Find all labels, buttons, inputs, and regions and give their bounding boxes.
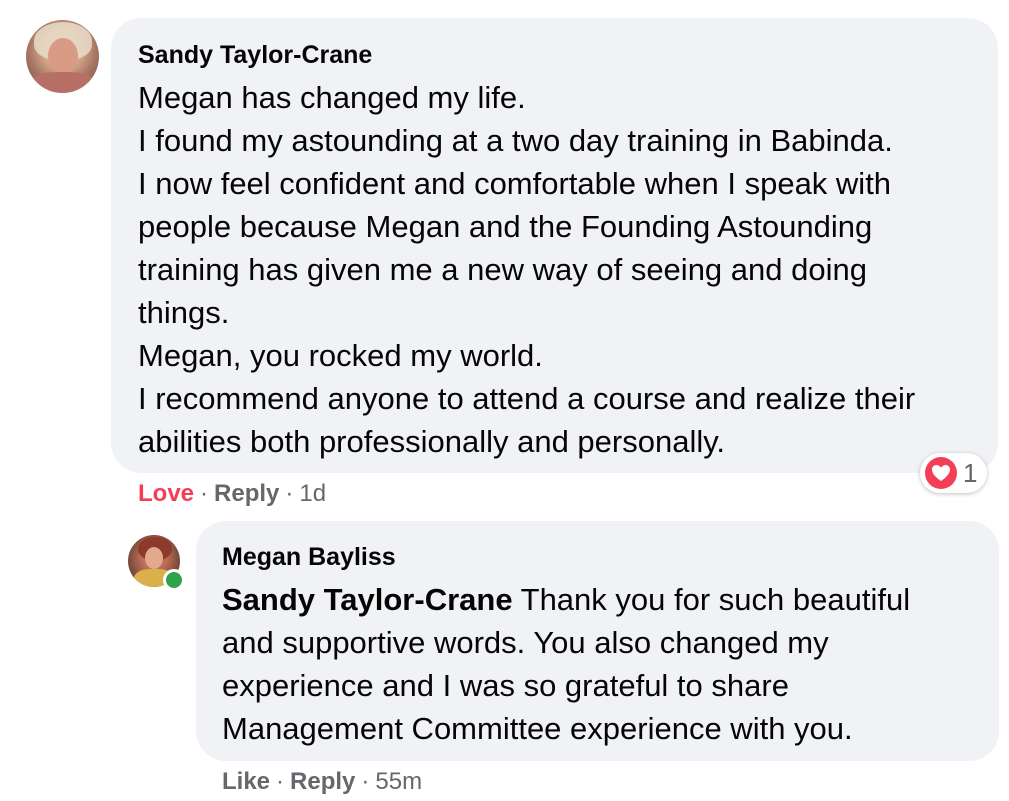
reply-line: experience and I was so grateful to shar… bbox=[222, 668, 789, 703]
reply-button[interactable]: Reply bbox=[214, 480, 279, 507]
comment-bubble: Sandy Taylor-Crane Megan has changed my … bbox=[111, 18, 998, 473]
avatar-shirt bbox=[30, 72, 96, 93]
comment-line: abilities both professionally and person… bbox=[138, 424, 726, 459]
reply-line-text: Thank you for such beautiful bbox=[512, 582, 911, 617]
separator: · bbox=[285, 480, 294, 507]
reply-author[interactable]: Megan Bayliss bbox=[222, 540, 979, 574]
separator: · bbox=[361, 768, 370, 795]
reaction-summary[interactable]: 1 bbox=[920, 453, 988, 493]
reply-line: and supportive words. You also changed m… bbox=[222, 625, 829, 660]
comment-line: Megan, you rocked my world. bbox=[138, 338, 543, 373]
avatar-face bbox=[48, 38, 78, 74]
like-button[interactable]: Like bbox=[222, 768, 270, 795]
comment-line: things. bbox=[138, 295, 230, 330]
comment-line: training has given me a new way of seein… bbox=[138, 252, 867, 287]
comment-timestamp[interactable]: 1d bbox=[299, 480, 326, 507]
separator: · bbox=[200, 480, 209, 507]
love-reaction-button[interactable]: Love bbox=[138, 480, 194, 507]
reply-text: Sandy Taylor-Crane Thank you for such be… bbox=[222, 578, 979, 750]
reply-timestamp[interactable]: 55m bbox=[375, 768, 422, 795]
comment-line: Megan has changed my life. bbox=[138, 80, 526, 115]
online-status-indicator bbox=[163, 569, 185, 591]
reply-line: Management Committee experience with you… bbox=[222, 711, 853, 746]
reply-line: Sandy Taylor-Crane Thank you for such be… bbox=[222, 578, 979, 621]
comment-line: I now feel confident and comfortable whe… bbox=[138, 166, 892, 201]
separator: · bbox=[276, 768, 285, 795]
reply-bubble: Megan Bayliss Sandy Taylor-Crane Thank y… bbox=[196, 521, 999, 761]
comment-line: people because Megan and the Founding As… bbox=[138, 209, 873, 244]
comment-line: I found my astounding at a two day train… bbox=[138, 123, 893, 158]
comment-author[interactable]: Sandy Taylor-Crane bbox=[138, 38, 972, 72]
mention-link[interactable]: Sandy Taylor-Crane bbox=[222, 582, 513, 617]
avatar-sandy-taylor-crane[interactable] bbox=[26, 20, 99, 93]
avatar-face bbox=[145, 547, 163, 569]
comment-actions: Love · Reply · 1d bbox=[138, 479, 326, 509]
comment-text: Megan has changed my life. I found my as… bbox=[138, 76, 972, 463]
reply-button[interactable]: Reply bbox=[290, 768, 355, 795]
comment-line: I recommend anyone to attend a course an… bbox=[138, 381, 916, 416]
reply-actions: Like · Reply · 55m bbox=[222, 767, 422, 797]
reaction-count: 1 bbox=[963, 457, 978, 488]
heart-icon bbox=[925, 457, 957, 489]
